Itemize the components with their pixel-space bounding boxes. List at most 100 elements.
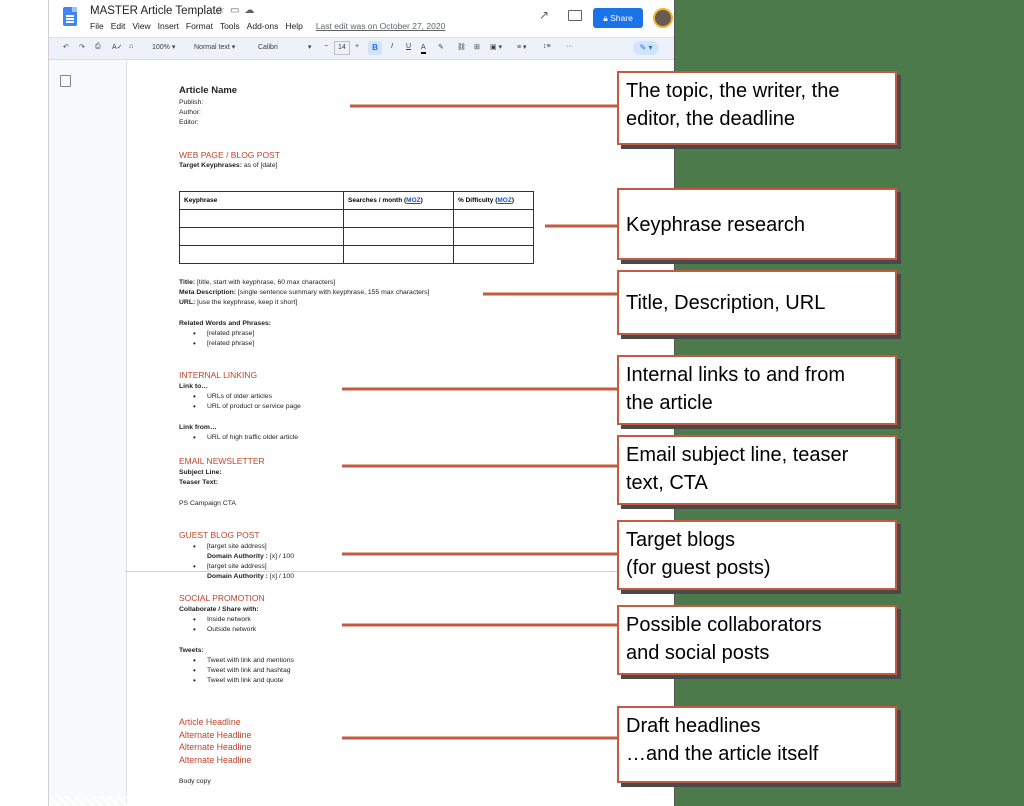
article-name-heading: Article Name xyxy=(179,85,238,96)
publish-field: Publish: xyxy=(179,99,204,106)
text-color-button[interactable]: A xyxy=(421,43,426,54)
move-folder-icon[interactable]: ▭ xyxy=(230,5,244,16)
bold-button[interactable]: B xyxy=(368,41,382,55)
font-size-decrease[interactable]: − xyxy=(324,43,328,50)
web-page-heading: WEB PAGE / BLOG POST xyxy=(179,150,280,160)
highlight-icon[interactable]: ✎ xyxy=(438,43,444,51)
comment-icon[interactable] xyxy=(568,10,582,21)
callout-internal-links: Internal links to and from the article xyxy=(617,355,897,425)
link-to-label: Link to… xyxy=(179,383,209,390)
docs-window: MASTER Article Template ☆▭☁ File Edit View… xyxy=(48,0,675,806)
insert-image-icon[interactable]: ▣ ▾ xyxy=(490,43,502,51)
callout-topic: The topic, the writer, the editor, the de… xyxy=(617,71,897,145)
list-item: URLs of older articles xyxy=(193,392,272,402)
style-select[interactable]: Normal text ▾ xyxy=(194,43,235,51)
list-item: Inside network xyxy=(193,615,251,625)
keyphrase-table[interactable]: Keyphrase Searches / month (MOZ) % Diffi… xyxy=(179,191,534,264)
table-row[interactable] xyxy=(179,245,534,264)
link-from-label: Link from… xyxy=(179,424,217,431)
share-label: Share xyxy=(610,13,633,23)
avatar[interactable] xyxy=(653,8,673,28)
domain-authority-line: Domain Authority : [x] / 100 xyxy=(207,553,294,560)
email-newsletter-heading: EMAIL NEWSLETTER xyxy=(179,456,265,466)
activity-trend-icon[interactable]: ↗ xyxy=(539,8,549,22)
alternate-headline: Alternate Headline xyxy=(179,742,252,752)
share-button[interactable]: 🔒︎ Share xyxy=(593,8,643,28)
url-line: URL: [use the keyphrase, keep it short] xyxy=(179,299,298,306)
menu-file[interactable]: File xyxy=(90,21,104,31)
body-copy: Body copy xyxy=(179,778,211,785)
guest-blog-heading: GUEST BLOG POST xyxy=(179,530,260,540)
more-options-icon[interactable]: ··· xyxy=(566,43,573,50)
font-select[interactable]: Calibri ▾ xyxy=(258,43,311,51)
print-icon[interactable]: ⎙ xyxy=(95,43,101,51)
lock-icon: 🔒︎ xyxy=(603,13,608,23)
col-searches: Searches / month (MOZ) xyxy=(343,191,454,210)
col-difficulty: % Difficulty (MOZ) xyxy=(453,191,534,210)
list-item: Tweet with link and quote xyxy=(193,676,283,686)
menu-tools[interactable]: Tools xyxy=(220,21,240,31)
star-icon[interactable]: ☆ xyxy=(216,5,230,16)
social-promotion-heading: SOCIAL PROMOTION xyxy=(179,593,265,603)
menu-insert[interactable]: Insert xyxy=(158,21,179,31)
formatting-toolbar: ↶ ↷ ⎙ A✓ ⌂ 100% ▾ Normal text ▾ Calibri ▾… xyxy=(49,37,674,60)
title-icons: ☆▭☁ xyxy=(216,5,259,16)
tweets-label: Tweets: xyxy=(179,647,204,654)
last-edit-link[interactable]: Last edit was on October 27, 2020 xyxy=(316,21,445,31)
list-item: [target site address] xyxy=(193,542,267,552)
ps-campaign-cta: PS Campaign CTA xyxy=(179,500,236,507)
font-size-increase[interactable]: + xyxy=(355,43,359,50)
related-words-label: Related Words and Phrases: xyxy=(179,320,272,327)
subject-line-label: Subject Line: xyxy=(179,469,222,476)
col-keyphrase: Keyphrase xyxy=(179,191,344,210)
link-icon[interactable]: ⛓ xyxy=(457,43,466,51)
menu-edit[interactable]: Edit xyxy=(111,21,126,31)
underline-button[interactable]: U xyxy=(406,43,411,50)
callout-guest-blogs: Target blogs (for guest posts) xyxy=(617,520,897,590)
editor-field: Editor: xyxy=(179,119,199,126)
callout-headlines: Draft headlines …and the article itself xyxy=(617,706,897,783)
domain-authority-line: Domain Authority : [x] / 100 xyxy=(207,573,294,580)
table-row[interactable] xyxy=(179,227,534,246)
teaser-text-label: Teaser Text: xyxy=(179,479,219,486)
list-item: URL of high traffic older article xyxy=(193,433,298,443)
list-item: [related phrase] xyxy=(193,339,254,349)
insert-comment-icon[interactable]: ⊞ xyxy=(474,43,480,51)
doc-title[interactable]: MASTER Article Template xyxy=(90,5,222,17)
editing-mode-icon[interactable]: ✎ ▾ xyxy=(633,41,659,55)
callout-title-description: Title, Description, URL xyxy=(617,270,897,335)
menu-view[interactable]: View xyxy=(132,21,150,31)
torn-page-edge xyxy=(49,796,674,806)
table-header-row: Keyphrase Searches / month (MOZ) % Diffi… xyxy=(179,191,534,210)
list-item: [target site address] xyxy=(193,562,267,572)
menu-addons[interactable]: Add-ons xyxy=(247,21,279,31)
paint-format-icon[interactable]: ⌂ xyxy=(129,43,133,50)
title-bar: MASTER Article Template ☆▭☁ File Edit View… xyxy=(49,0,674,37)
zoom-select[interactable]: 100% ▾ xyxy=(152,43,175,51)
internal-linking-heading: INTERNAL LINKING xyxy=(179,370,258,380)
menu-format[interactable]: Format xyxy=(186,21,213,31)
article-headline: Article Headline xyxy=(179,717,241,727)
align-icon[interactable]: ≡ ▾ xyxy=(517,43,527,51)
font-size-input[interactable]: 14 xyxy=(334,41,350,55)
line-spacing-icon[interactable]: ↕≡ xyxy=(543,43,551,50)
menu-bar: File Edit View Insert Format Tools Add-ons Help… xyxy=(90,21,452,31)
collaborate-label: Collaborate / Share with: xyxy=(179,606,259,613)
alternate-headline: Alternate Headline xyxy=(179,755,252,765)
table-row[interactable] xyxy=(179,209,534,228)
list-item: [related phrase] xyxy=(193,329,254,339)
callout-social: Possible collaborators and social posts xyxy=(617,605,897,675)
redo-icon[interactable]: ↷ xyxy=(79,43,85,51)
callout-keyphrase: Keyphrase research xyxy=(617,188,897,260)
alternate-headline: Alternate Headline xyxy=(179,730,252,740)
document-outline-icon[interactable] xyxy=(60,75,71,87)
list-item: URL of product or service page xyxy=(193,402,301,412)
undo-icon[interactable]: ↶ xyxy=(63,43,69,51)
title-line: Title: [title, start with keyphrase, 60 … xyxy=(179,279,336,286)
cloud-icon[interactable]: ☁ xyxy=(244,5,259,16)
italic-button[interactable]: I xyxy=(391,43,393,50)
meta-description-line: Meta Description: [single sentence summa… xyxy=(179,289,430,296)
docs-logo-icon[interactable] xyxy=(63,7,77,26)
spellcheck-icon[interactable]: A✓ xyxy=(112,43,123,51)
menu-help[interactable]: Help xyxy=(285,21,302,31)
